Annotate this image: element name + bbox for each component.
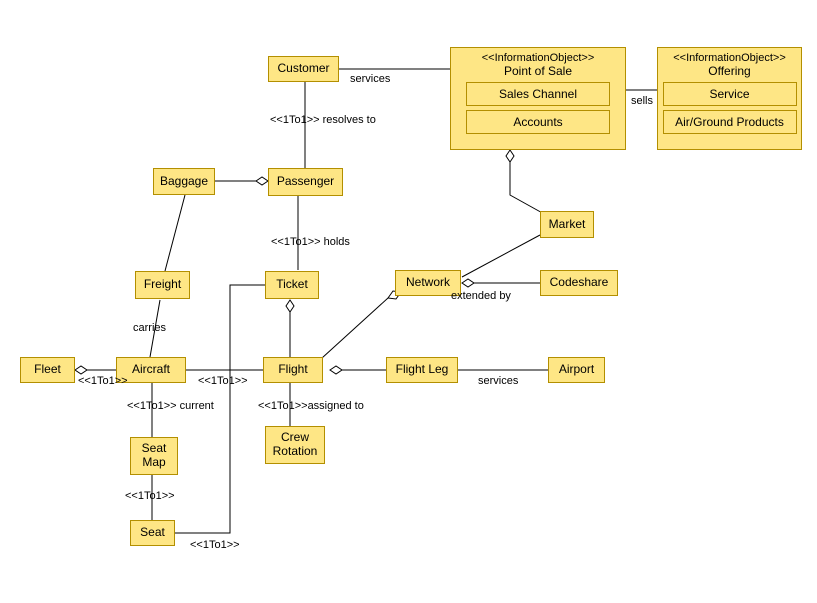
edge-stereotype: <<1To1>> bbox=[127, 400, 177, 412]
stereotype-label: <<InformationObject>> bbox=[662, 52, 797, 64]
edge-label-sells: sells bbox=[631, 95, 653, 107]
compound-title: Offering bbox=[662, 64, 797, 78]
part-label: Accounts bbox=[513, 115, 562, 129]
edge-stereotype: <<1To1>> bbox=[198, 375, 248, 387]
class-label: Crew Rotation bbox=[273, 431, 318, 459]
class-flight[interactable]: Flight bbox=[263, 357, 323, 383]
edge-stereotype: <<1To1>> bbox=[258, 400, 308, 412]
class-fleet[interactable]: Fleet bbox=[20, 357, 75, 383]
class-flight-leg[interactable]: Flight Leg bbox=[386, 357, 458, 383]
edge-label-holds: holds bbox=[324, 236, 350, 248]
class-label: Codeshare bbox=[550, 276, 609, 290]
class-label: Flight bbox=[278, 363, 307, 377]
edge-label-services-airport: services bbox=[478, 375, 518, 387]
class-label: Market bbox=[549, 218, 586, 232]
edge-stereotype: <<1To1>> bbox=[125, 490, 175, 502]
class-airport[interactable]: Airport bbox=[548, 357, 605, 383]
edge-label-carries: carries bbox=[133, 322, 166, 334]
class-label: Flight Leg bbox=[396, 363, 449, 377]
class-label: Airport bbox=[559, 363, 594, 377]
class-ticket[interactable]: Ticket bbox=[265, 271, 319, 299]
edge-stereotype: <<1To1>> bbox=[78, 375, 128, 387]
edge-label-services: services bbox=[350, 73, 390, 85]
class-crew-rotation[interactable]: Crew Rotation bbox=[265, 426, 325, 464]
class-label: Freight bbox=[144, 278, 181, 292]
part-sales-channel[interactable]: Sales Channel bbox=[466, 82, 610, 106]
class-passenger[interactable]: Passenger bbox=[268, 168, 343, 196]
class-label: Ticket bbox=[276, 278, 308, 292]
class-seat-map[interactable]: Seat Map bbox=[130, 437, 178, 475]
class-offering[interactable]: <<InformationObject>> Offering Service A… bbox=[657, 47, 802, 150]
class-customer[interactable]: Customer bbox=[268, 56, 339, 82]
compound-title: Point of Sale bbox=[455, 64, 621, 78]
part-label: Air/Ground Products bbox=[675, 115, 784, 129]
class-baggage[interactable]: Baggage bbox=[153, 168, 215, 195]
class-label: Fleet bbox=[34, 363, 61, 377]
edge-label-resolves-to: resolves to bbox=[323, 114, 376, 126]
class-freight[interactable]: Freight bbox=[135, 271, 190, 299]
diagram-canvas: Customer Baggage Passenger Freight Ticke… bbox=[0, 0, 817, 603]
edge-label-assigned-to: assigned to bbox=[308, 400, 364, 412]
part-label: Sales Channel bbox=[499, 87, 577, 101]
class-label: Seat Map bbox=[142, 442, 167, 470]
edge-stereotype: <<1To1>> bbox=[270, 114, 320, 126]
class-label: Aircraft bbox=[132, 363, 170, 377]
edge-label-extended-by: extended by bbox=[451, 290, 511, 302]
edge-label-current: current bbox=[180, 400, 214, 412]
part-air-ground-products[interactable]: Air/Ground Products bbox=[663, 110, 797, 134]
class-codeshare[interactable]: Codeshare bbox=[540, 270, 618, 296]
stereotype-label: <<InformationObject>> bbox=[455, 52, 621, 64]
class-label: Seat bbox=[140, 526, 165, 540]
class-seat[interactable]: Seat bbox=[130, 520, 175, 546]
part-accounts[interactable]: Accounts bbox=[466, 110, 610, 134]
class-label: Baggage bbox=[160, 175, 208, 189]
class-label: Network bbox=[406, 276, 450, 290]
class-point-of-sale[interactable]: <<InformationObject>> Point of Sale Sale… bbox=[450, 47, 626, 150]
part-service[interactable]: Service bbox=[663, 82, 797, 106]
edge-stereotype: <<1To1>> bbox=[271, 236, 321, 248]
part-label: Service bbox=[709, 87, 749, 101]
edge-stereotype: <<1To1>> bbox=[190, 539, 240, 551]
class-label: Passenger bbox=[277, 175, 334, 189]
class-label: Customer bbox=[277, 62, 329, 76]
class-market[interactable]: Market bbox=[540, 211, 594, 238]
